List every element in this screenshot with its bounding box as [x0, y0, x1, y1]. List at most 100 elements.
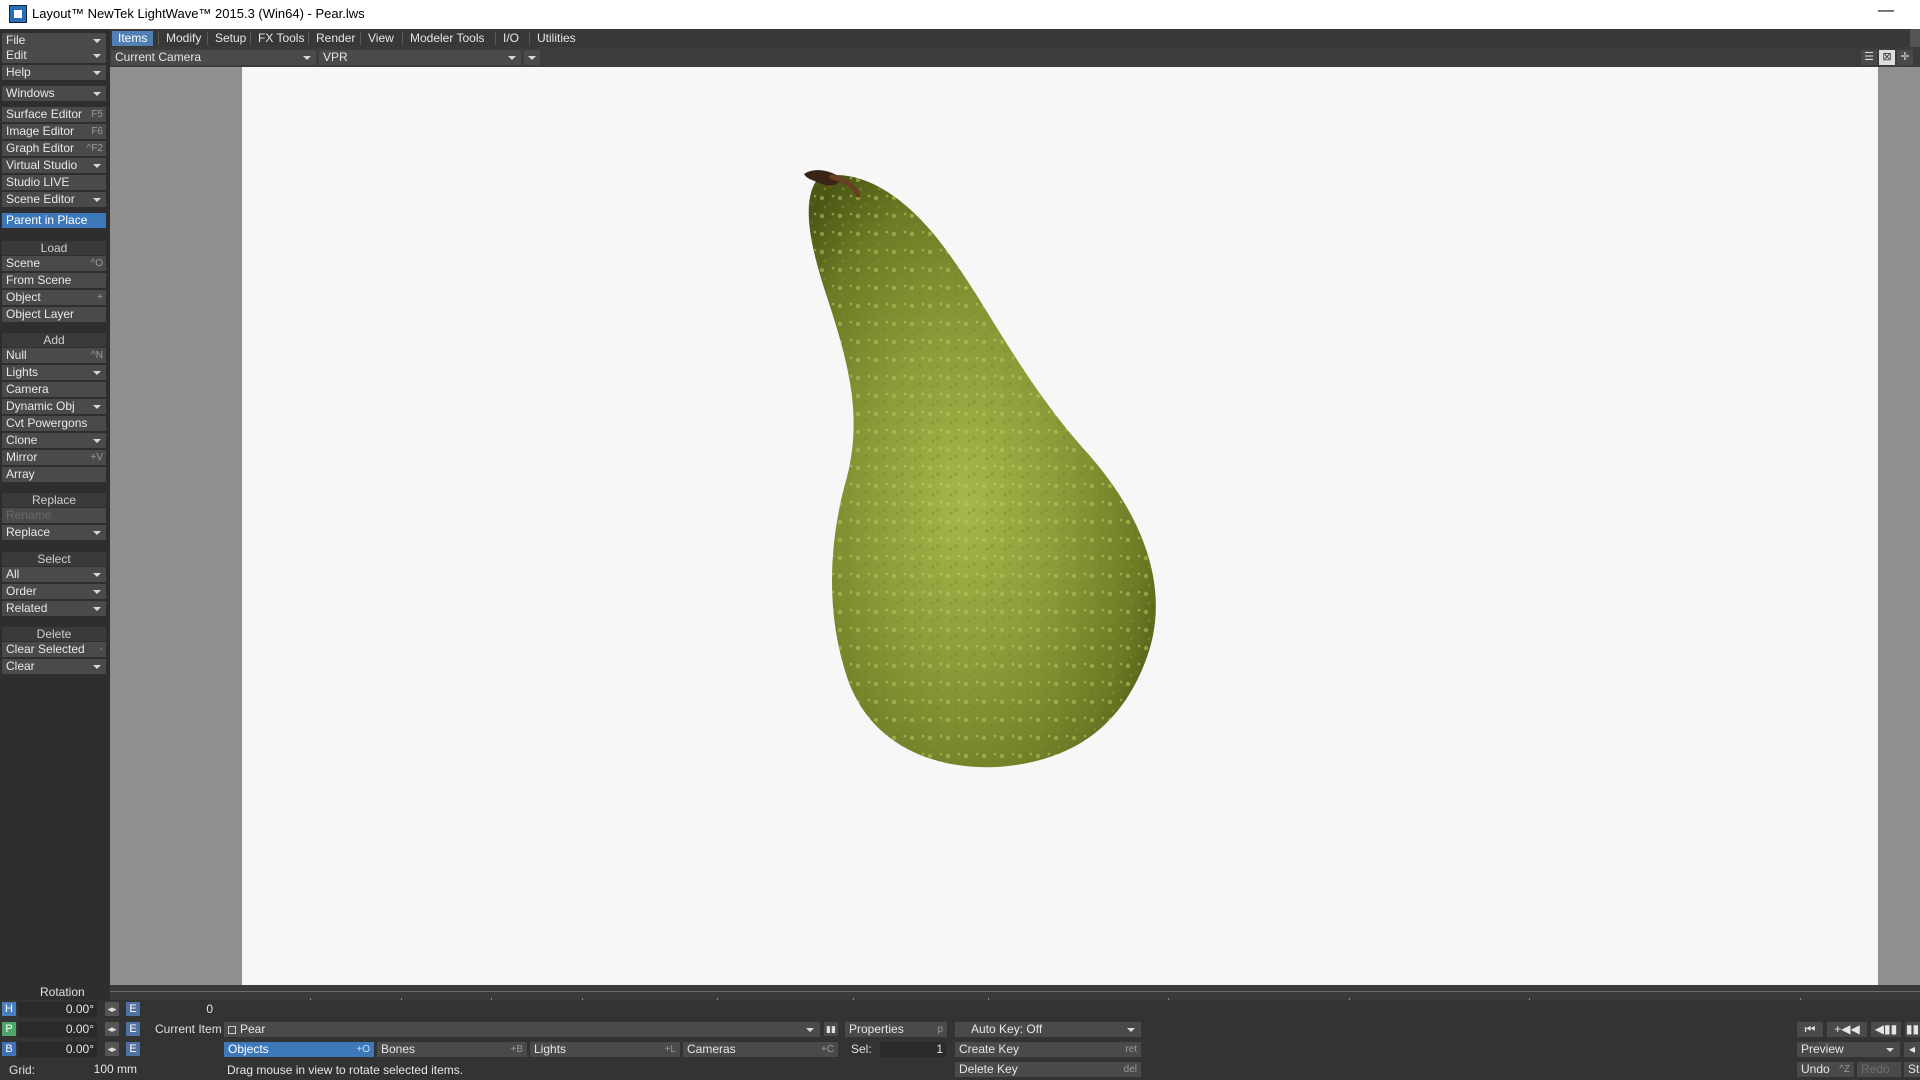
- step-arrows-icon[interactable]: ◂▸: [105, 1022, 119, 1036]
- cameras-mode-button[interactable]: Cameras +C: [683, 1042, 838, 1057]
- current-item-select[interactable]: Pear: [224, 1022, 820, 1037]
- list-view-icon[interactable]: ☰: [1861, 50, 1877, 65]
- cvt-powergons-button[interactable]: Cvt Powergons: [2, 416, 106, 431]
- extra-button[interactable]: St: [1904, 1062, 1920, 1077]
- replace-menu[interactable]: Replace: [2, 525, 106, 540]
- tab-modify[interactable]: Modify: [160, 31, 207, 46]
- viewport-camera-select[interactable]: Current Camera: [111, 50, 316, 65]
- tab-items[interactable]: Items: [112, 31, 154, 46]
- chevron-down-icon: [806, 1028, 814, 1032]
- pitch-field[interactable]: 0.00°: [18, 1022, 97, 1037]
- preview-extra-icon[interactable]: ◂: [1904, 1042, 1920, 1057]
- chevron-down-icon: [93, 405, 101, 409]
- chevron-down-icon: [93, 371, 101, 375]
- select-order-menu[interactable]: Order: [2, 584, 106, 599]
- h-axis-badge: H: [2, 1002, 16, 1016]
- add-null-button[interactable]: Null ^N: [2, 348, 106, 363]
- play-reverse-icon[interactable]: ◀▮▮: [1871, 1022, 1901, 1037]
- pause-icon[interactable]: ▮▮: [824, 1022, 838, 1036]
- button-label: Clone: [6, 433, 38, 447]
- select-value: Pear: [240, 1022, 266, 1036]
- undo-button[interactable]: Undo ^Z: [1797, 1062, 1854, 1077]
- button-label: Replace: [6, 525, 51, 539]
- studio-live-button[interactable]: Studio LIVE: [2, 175, 106, 190]
- properties-button[interactable]: Properties p: [845, 1022, 947, 1037]
- viewport-options-dropdown[interactable]: [524, 50, 540, 65]
- viewport-render-mode-select[interactable]: VPR: [319, 50, 521, 65]
- button-label: Clear Selected: [6, 642, 85, 656]
- image-editor-button[interactable]: Image Editor F6: [2, 124, 106, 139]
- windows-menu[interactable]: Windows: [2, 86, 106, 101]
- add-section-heading: Add: [2, 333, 106, 347]
- tab-divider: [402, 32, 403, 45]
- clear-menu[interactable]: Clear: [2, 659, 106, 674]
- array-button[interactable]: Array: [2, 467, 106, 482]
- p-axis-badge: P: [2, 1022, 16, 1036]
- tab-render[interactable]: Render: [310, 31, 361, 46]
- mirror-button[interactable]: Mirror +V: [2, 450, 106, 465]
- load-object-layer-button[interactable]: Object Layer: [2, 307, 106, 322]
- bank-field[interactable]: 0.00°: [18, 1042, 97, 1057]
- step-arrows-icon[interactable]: ◂▸: [105, 1042, 119, 1056]
- tab-view[interactable]: View: [362, 31, 400, 46]
- add-camera-button[interactable]: Camera: [2, 382, 106, 397]
- replace-section-heading: Replace: [2, 493, 106, 507]
- load-from-scene-button[interactable]: From Scene: [2, 273, 106, 288]
- 3d-viewport[interactable]: [242, 67, 1878, 985]
- button-label: Surface Editor: [6, 107, 83, 121]
- status-message: Drag mouse in view to rotate selected it…: [227, 1063, 464, 1077]
- button-label: Scene Editor: [6, 192, 75, 206]
- button-label: Clear: [6, 659, 35, 673]
- objects-mode-button[interactable]: Objects +O: [224, 1042, 374, 1057]
- parent-in-place-toggle[interactable]: Parent in Place: [2, 213, 106, 228]
- minimize-button[interactable]: —: [1878, 2, 1894, 20]
- tab-utilities[interactable]: Utilities: [531, 31, 582, 46]
- add-lights-menu[interactable]: Lights: [2, 365, 106, 380]
- grid-label: Grid:: [9, 1063, 36, 1077]
- load-scene-button[interactable]: Scene ^O: [2, 256, 106, 271]
- envelope-button[interactable]: E: [126, 1042, 140, 1056]
- heading-field[interactable]: 0.00°: [18, 1002, 97, 1017]
- tab-divider: [158, 32, 159, 45]
- redo-button: Redo: [1857, 1062, 1901, 1077]
- step-back-icon[interactable]: +◀◀: [1827, 1022, 1867, 1037]
- tab-io[interactable]: I/O: [497, 31, 525, 46]
- preview-menu[interactable]: Preview: [1797, 1042, 1900, 1057]
- delete-key-button[interactable]: Delete Key del: [955, 1062, 1141, 1077]
- file-menu[interactable]: File: [2, 33, 106, 48]
- button-label: Preview: [1801, 1042, 1844, 1056]
- tab-fx-tools[interactable]: FX Tools: [252, 31, 310, 46]
- tab-setup[interactable]: Setup: [209, 31, 252, 46]
- virtual-studio-menu[interactable]: Virtual Studio: [2, 158, 106, 173]
- bones-mode-button[interactable]: Bones +B: [377, 1042, 527, 1057]
- add-dynamic-obj-menu[interactable]: Dynamic Obj: [2, 399, 106, 414]
- maximize-viewport-icon[interactable]: ⊠: [1879, 50, 1895, 65]
- lights-mode-button[interactable]: Lights +L: [530, 1042, 680, 1057]
- pause-playback-icon[interactable]: ▮▮: [1905, 1022, 1920, 1037]
- select-value: Auto Key: Off: [971, 1022, 1043, 1036]
- frame-start-field[interactable]: 0: [148, 1002, 216, 1017]
- clone-menu[interactable]: Clone: [2, 433, 106, 448]
- select-value: Current Camera: [115, 50, 202, 64]
- tab-divider: [207, 32, 208, 45]
- graph-editor-button[interactable]: Graph Editor ^F2: [2, 141, 106, 156]
- clear-selected-button[interactable]: Clear Selected -: [2, 642, 106, 657]
- auto-key-select[interactable]: Auto Key: Off: [955, 1022, 1141, 1037]
- surface-editor-button[interactable]: Surface Editor F5: [2, 107, 106, 122]
- edit-menu[interactable]: Edit: [2, 48, 106, 63]
- create-key-button[interactable]: Create Key ret: [955, 1042, 1141, 1057]
- scene-editor-menu[interactable]: Scene Editor: [2, 192, 106, 207]
- envelope-button[interactable]: E: [126, 1002, 140, 1016]
- chevron-down-icon: [93, 198, 101, 202]
- button-label: Scene: [6, 256, 41, 270]
- envelope-button[interactable]: E: [126, 1022, 140, 1036]
- help-menu[interactable]: Help: [2, 65, 106, 80]
- tab-modeler-tools[interactable]: Modeler Tools: [404, 31, 490, 46]
- select-all-menu[interactable]: All: [2, 567, 106, 582]
- viewport-layout-icon[interactable]: ✛: [1897, 50, 1913, 65]
- step-arrows-icon[interactable]: ◂▸: [105, 1002, 119, 1016]
- load-object-button[interactable]: Object +: [2, 290, 106, 305]
- select-related-menu[interactable]: Related: [2, 601, 106, 616]
- go-to-start-icon[interactable]: ⏮: [1797, 1022, 1823, 1037]
- button-label: Cameras: [687, 1042, 736, 1056]
